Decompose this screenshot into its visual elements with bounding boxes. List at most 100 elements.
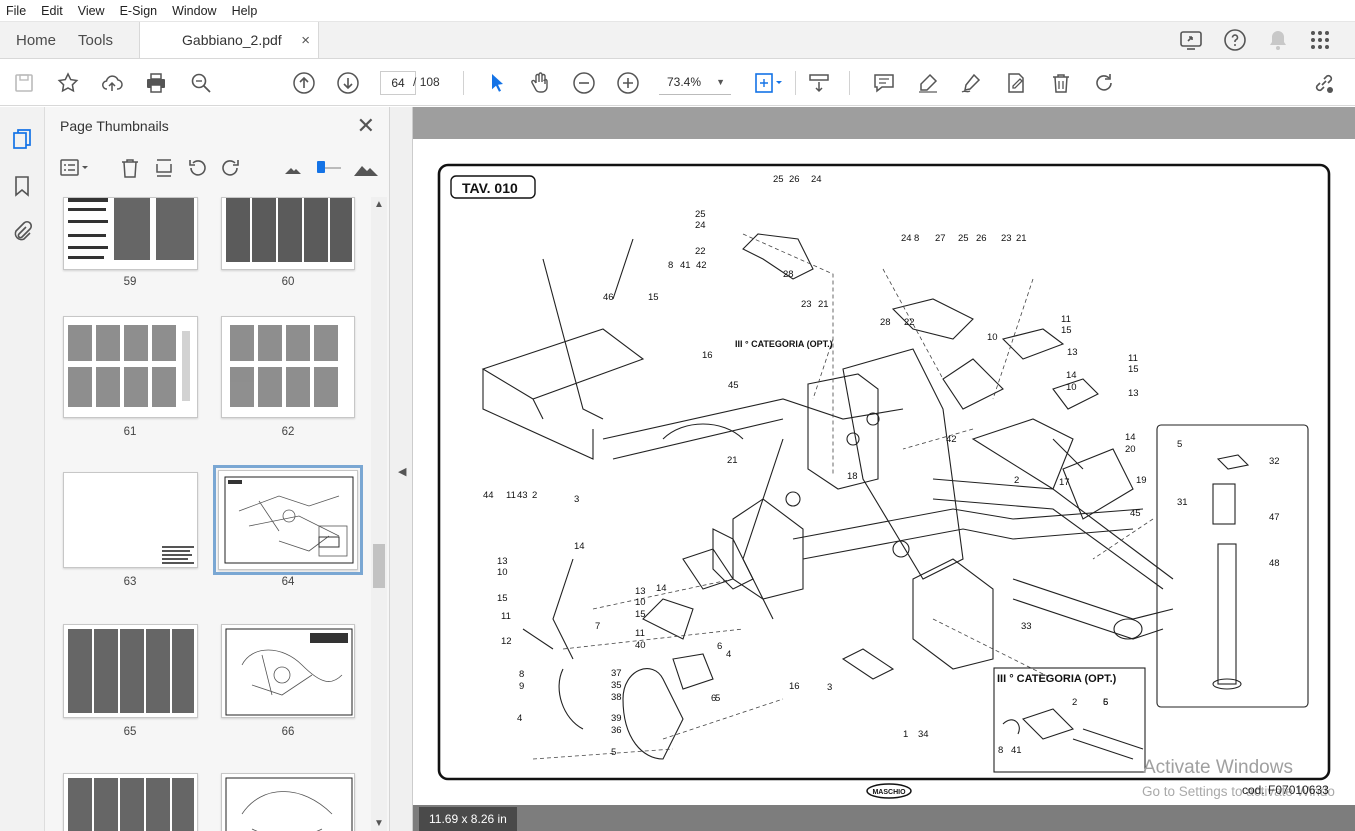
- panel-toolbar: [45, 149, 390, 187]
- menu-esign[interactable]: E-Sign: [120, 4, 158, 18]
- notifications-bell-icon[interactable]: [1267, 28, 1289, 52]
- part-number: 21: [818, 299, 829, 310]
- part-number: 10: [497, 567, 508, 578]
- part-number: 38: [611, 692, 622, 703]
- part-number: 16: [702, 350, 713, 361]
- bookmarks-icon[interactable]: [10, 174, 34, 198]
- extract-pages-icon[interactable]: [153, 157, 175, 179]
- thumbnail-label: 62: [281, 426, 295, 438]
- thumbnail-page-65[interactable]: [63, 624, 198, 718]
- highlight-pen-icon[interactable]: [915, 70, 941, 96]
- rotate-left-icon[interactable]: [186, 157, 208, 179]
- small-mountain-icon[interactable]: [282, 157, 304, 179]
- zoom-in-icon[interactable]: [615, 70, 641, 96]
- thumbnail-page-66[interactable]: [221, 624, 355, 718]
- scroll-thumb[interactable]: [373, 544, 385, 588]
- options-menu-icon[interactable]: [59, 157, 91, 179]
- panel-close-icon[interactable]: ✕: [357, 113, 375, 139]
- category-label-top: III ° CATEGORIA (OPT.): [735, 339, 833, 349]
- part-number: 21: [727, 455, 738, 466]
- edit-pdf-icon[interactable]: [1003, 70, 1029, 96]
- brand-logo: MASCHIO: [872, 789, 906, 796]
- upload-cloud-icon[interactable]: [99, 70, 125, 96]
- menu-file[interactable]: File: [6, 4, 26, 18]
- left-nav-rail: [0, 107, 45, 831]
- part-number: 11: [506, 490, 516, 501]
- part-number: 24: [901, 233, 912, 244]
- page-number-input[interactable]: 64: [380, 71, 416, 95]
- scroll-mode-icon[interactable]: [806, 70, 832, 96]
- menu-window[interactable]: Window: [172, 4, 216, 18]
- tab-document[interactable]: Gabbiano_2.pdf ×: [139, 22, 320, 58]
- thumbnail-page-60[interactable]: [221, 197, 355, 270]
- prev-page-icon[interactable]: [291, 70, 317, 96]
- bookmark-star-icon[interactable]: [55, 70, 81, 96]
- chevron-down-icon: ▼: [716, 77, 725, 87]
- thumbnail-page-64-selected[interactable]: [213, 465, 363, 575]
- tab-close-icon[interactable]: ×: [301, 32, 310, 49]
- thumbnail-page-67[interactable]: [63, 773, 198, 831]
- thumbnail-page-63[interactable]: [63, 472, 198, 568]
- thumbnail-page-61[interactable]: [63, 316, 198, 418]
- part-number: 8: [668, 260, 673, 271]
- part-number-labels: 25 26 242524228 41 422823 2146 15164524 8 27 25 26…: [483, 174, 1280, 758]
- next-page-icon[interactable]: [335, 70, 361, 96]
- hand-tool-icon[interactable]: [527, 70, 553, 96]
- page-thumbnails-icon[interactable]: [10, 127, 34, 151]
- thumbnail-label: 61: [123, 426, 137, 438]
- attachments-icon[interactable]: [10, 220, 34, 244]
- scroll-up-icon[interactable]: ▲: [374, 199, 384, 210]
- menu-edit[interactable]: Edit: [41, 4, 63, 18]
- tab-right-actions: [1179, 22, 1355, 58]
- part-number: 39: [611, 713, 622, 724]
- thumbnail-page-68[interactable]: [221, 773, 355, 831]
- delete-pages-icon[interactable]: [119, 157, 141, 179]
- part-number: 2: [1014, 475, 1019, 486]
- activate-windows-title: Activate Windows: [1143, 757, 1293, 778]
- share-link-icon[interactable]: [1311, 70, 1337, 96]
- toolbar-divider: [795, 71, 796, 95]
- part-number: 22: [695, 246, 706, 257]
- tab-tools[interactable]: Tools: [72, 22, 139, 58]
- scroll-down-icon[interactable]: ▼: [374, 818, 384, 829]
- comment-icon[interactable]: [871, 70, 897, 96]
- part-number: 5: [611, 747, 616, 758]
- part-number: 13: [1067, 347, 1078, 358]
- part-number: 26: [789, 174, 800, 185]
- part-number: 4: [726, 649, 731, 660]
- large-mountain-icon[interactable]: [353, 157, 379, 179]
- select-cursor-icon[interactable]: [484, 70, 510, 96]
- thumbnail-label: 65: [123, 726, 137, 738]
- panel-splitter[interactable]: ◀: [390, 107, 413, 831]
- part-number: 14: [1066, 370, 1077, 381]
- part-number: 17: [1059, 477, 1070, 488]
- rotate-icon[interactable]: [1091, 70, 1117, 96]
- fit-page-icon[interactable]: [751, 70, 785, 96]
- help-icon[interactable]: [1223, 28, 1247, 52]
- part-number: 42: [696, 260, 707, 271]
- part-number: 35: [611, 680, 622, 691]
- tab-home[interactable]: Home: [0, 22, 72, 58]
- part-number: 13: [1128, 388, 1139, 399]
- delete-trash-icon[interactable]: [1048, 70, 1074, 96]
- thumbnail-label: 66: [281, 726, 295, 738]
- thumbnail-page-62[interactable]: [221, 316, 355, 418]
- menu-help[interactable]: Help: [232, 4, 258, 18]
- share-screen-icon[interactable]: [1179, 28, 1203, 52]
- collapse-panel-icon[interactable]: ◀: [398, 465, 406, 478]
- draw-signature-icon[interactable]: [958, 70, 984, 96]
- thumbnail-page-59[interactable]: [63, 197, 198, 270]
- thumbnail-scrollbar[interactable]: ▲ ▼: [371, 197, 387, 831]
- print-icon[interactable]: [143, 70, 169, 96]
- rotate-right-icon[interactable]: [220, 157, 242, 179]
- zoom-out-icon[interactable]: [571, 70, 597, 96]
- document-view[interactable]: TAV. 010 III ° CATEGORIA (OPT.) III ° CA…: [413, 107, 1355, 831]
- menu-view[interactable]: View: [78, 4, 105, 18]
- zoom-search-icon[interactable]: [188, 70, 214, 96]
- apps-grid-icon[interactable]: [1309, 29, 1331, 51]
- zoom-level-select[interactable]: 73.4% ▼: [659, 71, 731, 95]
- part-number: 12: [501, 636, 512, 647]
- page-separator: /: [413, 75, 417, 89]
- thumbnail-size-slider[interactable]: [315, 157, 343, 179]
- save-icon[interactable]: [11, 70, 37, 96]
